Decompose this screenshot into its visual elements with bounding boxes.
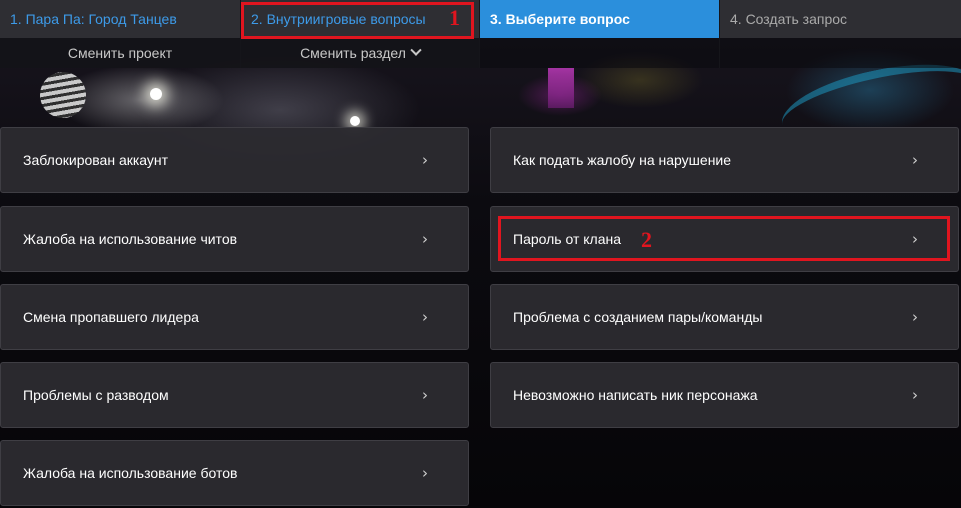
chevron-right-icon: › [912,151,918,169]
question-item[interactable]: Проблемы с разводом › [0,362,469,428]
chevron-right-icon: › [422,308,428,326]
step-1-link[interactable]: 1. Пара Па: Город Танцев [0,0,240,38]
spotlight-decoration [350,116,360,126]
step-4-label: 4. Создать запрос [720,0,961,38]
chevron-right-icon: › [912,308,918,326]
question-label: Невозможно написать ник персонажа [513,387,758,403]
annotation-number-2: 2 [641,227,652,252]
step-4: 4. Создать запрос [719,0,961,68]
chevron-right-icon: › [422,464,428,482]
chevron-right-icon: › [912,386,918,404]
step-3-sub [480,38,719,68]
question-label: Проблемы с разводом [23,387,169,403]
question-item[interactable]: Как подать жалобу на нарушение › [490,127,959,193]
change-section-label: Сменить раздел [300,45,406,61]
question-label: Жалоба на использование ботов [23,465,238,481]
step-1: 1. Пара Па: Город Танцев Сменить проект [0,0,240,68]
question-label: Заблокирован аккаунт [23,152,169,168]
annotation-box-2 [498,216,950,261]
step-4-sub [720,38,961,68]
question-item[interactable]: Проблема с созданием пары/команды › [490,284,959,350]
neon-light-decoration [548,68,574,108]
question-label: Как подать жалобу на нарушение [513,152,732,168]
spotlight-decoration [150,88,162,100]
question-item[interactable]: Смена пропавшего лидера › [0,284,469,350]
step-navigation: 1. Пара Па: Город Танцев Сменить проект … [0,0,961,68]
step-3: 3. Выберите вопрос [479,0,719,68]
microphone-decoration [40,72,86,118]
annotation-number-1: 1 [449,5,460,30]
step-3-current: 3. Выберите вопрос [480,0,719,38]
annotation-box-1 [241,2,474,39]
question-label: Проблема с созданием пары/команды [513,309,763,325]
question-label: Жалоба на использование читов [23,231,238,247]
question-item[interactable]: Жалоба на использование читов › [0,206,469,272]
question-item[interactable]: Заблокирован аккаунт › [0,127,469,193]
change-project-link[interactable]: Сменить проект [0,38,240,68]
question-label: Смена пропавшего лидера [23,309,199,325]
chevron-down-icon [410,44,422,56]
change-section-dropdown[interactable]: Сменить раздел [241,38,479,68]
question-item[interactable]: Жалоба на использование ботов › [0,440,469,506]
chevron-right-icon: › [422,386,428,404]
question-item[interactable]: Невозможно написать ник персонажа › [490,362,959,428]
chevron-right-icon: › [422,151,428,169]
chevron-right-icon: › [422,230,428,248]
